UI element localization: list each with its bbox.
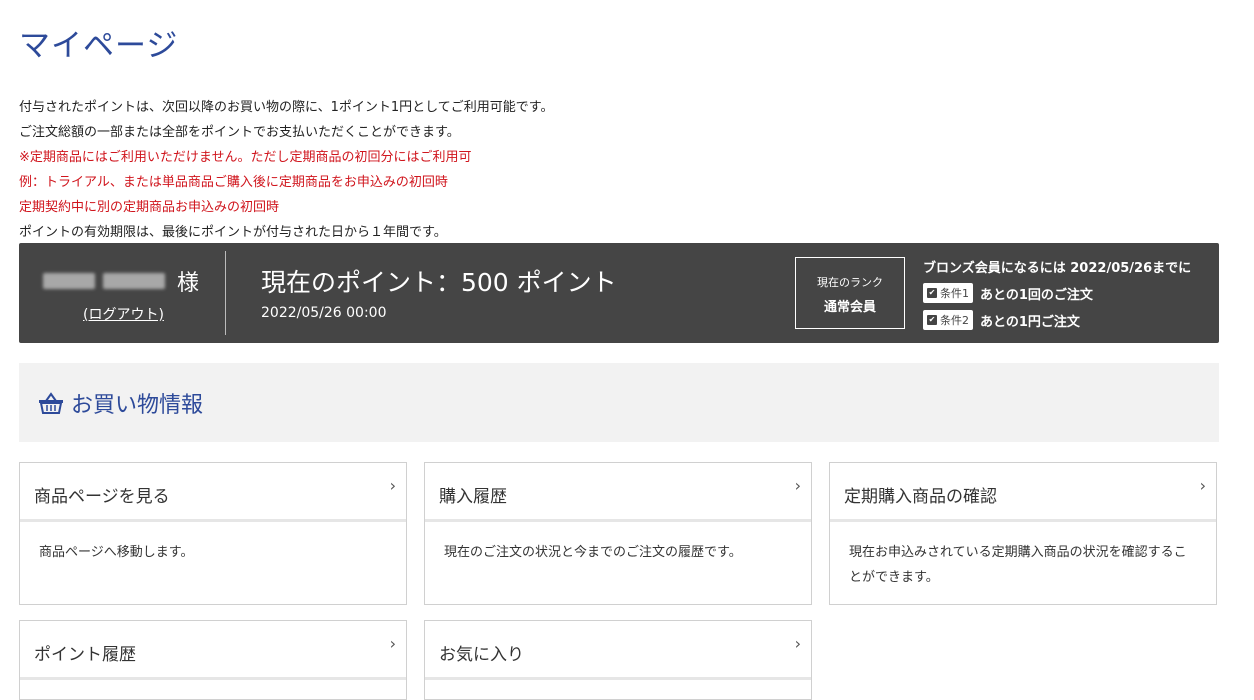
card-favorites[interactable]: お気に入り ›	[424, 620, 812, 700]
note-line: 付与されたポイントは、次回以降のお買い物の際に、1ポイント1円としてご利用可能で…	[19, 100, 554, 115]
card-header: お気に入り ›	[425, 621, 811, 680]
card-title: 商品ページを見る	[34, 487, 170, 507]
rank-value: 通常会員	[823, 300, 876, 315]
checkbox-icon: ✔	[927, 288, 937, 298]
note-line: ポイントの有効期限は、最後にポイントが付与された日から１年間です。	[19, 225, 447, 240]
note-line-warning: 定期契約中に別の定期商品お申込みの初回時	[19, 200, 280, 215]
user-honorific: 様	[177, 271, 200, 296]
note-line-warning: ※定期商品にはご利用いただけません。ただし定期商品の初回分にはご利用可	[19, 150, 472, 165]
shopping-info-header: お買い物情報	[19, 363, 1219, 442]
note-line-warning: 例：トライアル、または単品商品ご購入後に定期商品をお申込みの初回時	[19, 175, 448, 190]
section-title: お買い物情報	[71, 393, 204, 418]
member-status-bar: 様 (ログアウト) 現在のポイント：500 ポイント 2022/05/26 00…	[19, 243, 1219, 343]
card-description: 現在お申込みされている定期購入商品の状況を確認することができます。	[849, 545, 1187, 585]
chevron-right-icon: ›	[389, 634, 396, 653]
chevron-right-icon: ›	[794, 634, 801, 653]
card-header: 購入履歴 ›	[425, 463, 811, 522]
current-points: 現在のポイント：500 ポイント	[261, 268, 617, 297]
redacted-name-part	[103, 273, 165, 289]
point-notes: 付与されたポイントは、次回以降のお買い物の際に、1ポイント1円としてご利用可能で…	[19, 95, 1219, 245]
rank-box: 現在のランク 通常会員	[795, 257, 905, 329]
card-description: 商品ページへ移動します。	[39, 545, 194, 560]
page-title: マイページ	[19, 28, 179, 64]
card-purchase-history[interactable]: 購入履歴 › 現在のご注文の状況と今までのご注文の履歴です。	[424, 462, 812, 605]
card-title: 購入履歴	[439, 487, 507, 507]
note-line: ご注文総額の一部または全部をポイントでお支払いただくことができます。	[19, 125, 460, 140]
card-subscription-check[interactable]: 定期購入商品の確認 › 現在お申込みされている定期購入商品の状況を確認することが…	[829, 462, 1217, 605]
card-title: 定期購入商品の確認	[844, 487, 997, 507]
card-header: 商品ページを見る ›	[20, 463, 406, 522]
card-product-page[interactable]: 商品ページを見る › 商品ページへ移動します。	[19, 462, 407, 605]
chevron-right-icon: ›	[794, 476, 801, 495]
card-description: 現在のご注文の状況と今までのご注文の履歴です。	[444, 545, 742, 560]
condition-row: ✔ 条件1 あとの1回のご注文	[923, 283, 1213, 303]
card-header: ポイント履歴 ›	[20, 621, 406, 680]
user-name: 様	[43, 265, 199, 297]
divider	[225, 251, 226, 335]
redacted-name-part	[43, 273, 95, 289]
card-point-history[interactable]: ポイント履歴 ›	[19, 620, 407, 700]
chevron-right-icon: ›	[389, 476, 396, 495]
rank-label: 現在のランク	[817, 276, 883, 289]
condition-row: ✔ 条件2 あとの1円ご注文	[923, 310, 1213, 330]
condition-badge: ✔ 条件1	[923, 283, 973, 303]
condition-badge-label: 条件1	[940, 287, 969, 300]
card-header: 定期購入商品の確認 ›	[830, 463, 1216, 522]
condition-text: あとの1円ご注文	[980, 314, 1080, 330]
condition-badge-label: 条件2	[940, 314, 969, 327]
points-date: 2022/05/26 00:00	[261, 305, 387, 321]
condition-heading: ブロンズ会員になるには 2022/05/26までに	[923, 261, 1192, 276]
chevron-right-icon: ›	[1199, 476, 1206, 495]
rank-up-conditions: ブロンズ会員になるには 2022/05/26までに ✔ 条件1 あとの1回のご注…	[923, 257, 1213, 330]
card-title: ポイント履歴	[34, 645, 136, 665]
logout-link[interactable]: (ログアウト)	[83, 304, 164, 324]
condition-badge: ✔ 条件2	[923, 310, 973, 330]
basket-icon	[39, 392, 63, 414]
card-title: お気に入り	[439, 645, 524, 665]
checkbox-icon: ✔	[927, 315, 937, 325]
user-block: 様 (ログアウト)	[19, 243, 225, 343]
condition-text: あとの1回のご注文	[980, 287, 1093, 303]
